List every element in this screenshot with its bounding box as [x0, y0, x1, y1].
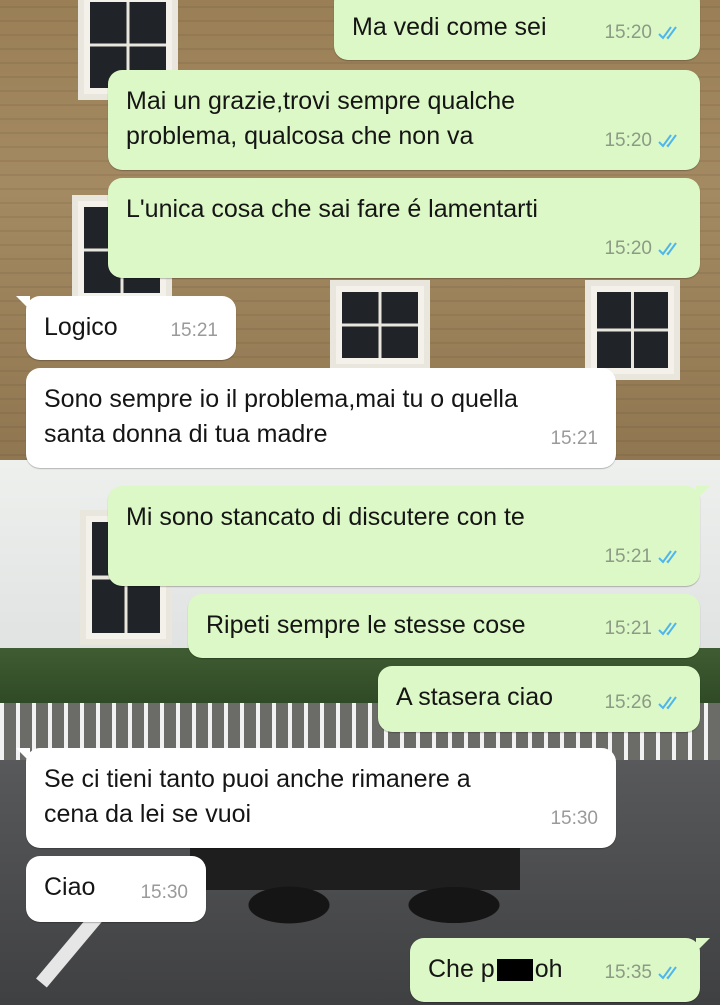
message-text: L'unica cosa che sai fare é lamentarti [126, 195, 538, 223]
message-time: 15:35 [604, 962, 652, 983]
message-text: Se ci tieni tanto puoi anche rimanere a … [44, 765, 471, 828]
message-time: 15:21 [550, 428, 598, 449]
double-check-icon [658, 133, 677, 148]
double-check-icon [658, 695, 677, 710]
message-bubble-outgoing[interactable]: Mi sono stancato di discutere con te 15:… [108, 486, 710, 586]
message-bubble-outgoing[interactable]: L'unica cosa che sai fare é lamentarti 1… [108, 178, 700, 278]
double-check-icon [658, 549, 677, 564]
message-bubble-outgoing[interactable]: Ripeti sempre le stesse cose 15:21 [188, 594, 700, 658]
double-check-icon [658, 241, 677, 256]
message-bubble-outgoing[interactable]: Ma vedi come sei 15:20 [334, 0, 700, 60]
message-text-before: Che p [428, 955, 495, 983]
message-time: 15:20 [604, 22, 652, 43]
message-text: Sono sempre io il problema,mai tu o quel… [44, 385, 518, 448]
message-bubble-outgoing[interactable]: A stasera ciao 15:26 [378, 666, 700, 732]
message-time: 15:26 [604, 692, 652, 713]
message-time: 15:20 [604, 130, 652, 151]
message-meta: 15:20 [604, 231, 682, 266]
wallpaper-window [585, 280, 680, 380]
message-meta: 15:30 [550, 801, 598, 836]
censor-bar [496, 959, 533, 982]
message-text: Mai un grazie,trovi sempre qualche probl… [126, 87, 516, 150]
double-check-icon [658, 25, 677, 40]
message-bubble-outgoing[interactable]: Mai un grazie,trovi sempre qualche probl… [108, 70, 700, 170]
message-bubble-incoming[interactable]: Ciao 15:30 [26, 856, 206, 922]
message-time: 15:20 [604, 238, 652, 259]
message-bubble-incoming[interactable]: Sono sempre io il problema,mai tu o quel… [26, 368, 616, 468]
message-meta: 15:21 [604, 611, 682, 646]
message-bubble-incoming[interactable]: Logico 15:21 [16, 296, 236, 360]
message-time: 15:30 [140, 882, 188, 903]
message-meta: 15:20 [604, 123, 682, 158]
message-meta: 15:21 [604, 539, 682, 574]
message-text-after: oh [534, 955, 563, 983]
message-text: Mi sono stancato di discutere con te [126, 503, 525, 531]
message-meta: 15:35 [604, 955, 682, 990]
message-time: 15:30 [550, 808, 598, 829]
message-time: 15:21 [604, 618, 652, 639]
message-time: 15:21 [170, 320, 218, 341]
message-meta: 15:30 [140, 875, 188, 910]
message-bubble-incoming[interactable]: Se ci tieni tanto puoi anche rimanere a … [16, 748, 616, 848]
message-time: 15:21 [604, 546, 652, 567]
message-meta: 15:21 [170, 313, 218, 348]
message-meta: 15:21 [550, 421, 598, 456]
message-meta: 15:20 [604, 15, 682, 50]
wallpaper-window [330, 280, 430, 370]
double-check-icon [658, 965, 677, 980]
message-bubble-outgoing[interactable]: Che p oh 15:35 [410, 938, 710, 1002]
double-check-icon [658, 621, 677, 636]
message-meta: 15:26 [604, 685, 682, 720]
